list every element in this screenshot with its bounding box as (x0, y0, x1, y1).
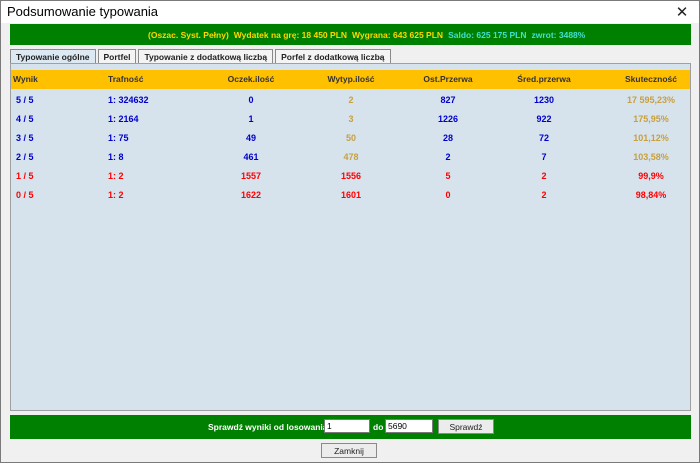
tab-0[interactable]: Typowanie ogólne (10, 49, 96, 63)
close-button[interactable]: Zamknij (321, 443, 377, 458)
table-row[interactable]: 5 / 5 1: 324632 0 2 827 1230 17 595,23% (11, 92, 690, 110)
from-draw-input[interactable] (324, 419, 370, 433)
table-row[interactable]: 4 / 5 1: 2164 1 3 1226 922 175,95% (11, 111, 690, 129)
table-cell: 49 (245, 133, 257, 143)
summary-item: Saldo: 625 175 PLN (448, 29, 527, 40)
table-row[interactable]: 3 / 5 1: 75 49 50 28 72 101,12% (11, 130, 690, 148)
summary-item: Wydatek na grę: 18 450 PLN (233, 29, 348, 40)
table-cell: 99,9% (638, 171, 664, 181)
table-cell: 2 / 5 (16, 152, 34, 162)
column-header: Wytyp.ilość (327, 74, 375, 84)
summary-item: Wygrana: 643 625 PLN (352, 29, 444, 40)
table-cell: 0 (445, 190, 451, 200)
table-cell: 1: 2 (108, 190, 124, 200)
column-header: Skuteczność (625, 74, 677, 84)
table-cell: 0 / 5 (16, 190, 34, 200)
table-cell: 1601 (340, 190, 362, 200)
column-header: Trafność (108, 74, 144, 84)
to-label: do (373, 422, 384, 432)
table-cell: 17 595,23% (626, 95, 676, 105)
table-header: Wynik Trafność Oczek.ilość Wytyp.ilość Ost.P… (11, 70, 690, 89)
table-row[interactable]: 0 / 5 1: 2 1622 1601 0 2 98,84% (11, 187, 690, 205)
check-label: Sprawdź wyniki od losowania: (208, 422, 331, 432)
table-cell: 922 (536, 114, 552, 124)
table-cell: 101,12% (633, 133, 669, 143)
table-cell: 461 (243, 152, 259, 162)
table-row[interactable]: 2 / 5 1: 8 461 478 2 7 103,58% (11, 149, 690, 167)
table-cell: 4 / 5 (16, 114, 34, 124)
table-cell: 1: 324632 (108, 95, 149, 105)
table-cell: 1556 (340, 171, 362, 181)
window-title: Podsumowanie typowania (7, 4, 159, 19)
table-cell: 5 (445, 171, 451, 181)
summary-bar: (Oszac. Syst. Pełny) Wydatek na grę: 18 4… (10, 24, 691, 45)
table-cell: 7 (541, 152, 547, 162)
table-cell: 1 (248, 114, 254, 124)
results-panel: Wynik Trafność Oczek.ilość Wytyp.ilość Ost.P… (10, 63, 691, 411)
table-cell: 3 (348, 114, 354, 124)
table-cell: 103,58% (633, 152, 669, 162)
table-cell: 175,95% (633, 114, 669, 124)
close-icon[interactable]: ✕ (665, 1, 699, 23)
table-cell: 1622 (240, 190, 262, 200)
title-bar: Podsumowanie typowania ✕ (1, 1, 699, 23)
tab-3[interactable]: Porfel z dodatkową liczbą (275, 49, 391, 63)
table-cell: 1 / 5 (16, 171, 34, 181)
table-cell: 478 (343, 152, 359, 162)
table-cell: 1557 (240, 171, 262, 181)
table-cell: 2 (348, 95, 354, 105)
to-draw-input[interactable] (385, 419, 433, 433)
tab-strip: Typowanie ogólne Portfel Typowanie z dodat… (10, 49, 393, 63)
dialog-window: Podsumowanie typowania ✕ (Oszac. Syst. P… (0, 0, 700, 463)
check-button[interactable]: Sprawdź (438, 419, 494, 434)
table-cell: 1: 2164 (108, 114, 139, 124)
table-row[interactable]: 1 / 5 1: 2 1557 1556 5 2 99,9% (11, 168, 690, 186)
table-cell: 98,84% (635, 190, 667, 200)
column-header: Śred.przerwa (517, 74, 571, 84)
column-header: Wynik (13, 74, 38, 84)
table-cell: 1: 8 (108, 152, 124, 162)
table-cell: 1230 (533, 95, 555, 105)
table-cell: 1: 2 (108, 171, 124, 181)
table-cell: 1226 (437, 114, 459, 124)
column-header: Oczek.ilość (227, 74, 275, 84)
table-cell: 5 / 5 (16, 95, 34, 105)
tab-2[interactable]: Typowanie z dodatkową liczbą (138, 49, 274, 63)
table-cell: 827 (440, 95, 456, 105)
summary-item: (Oszac. Syst. Pełny) (148, 29, 229, 40)
table-cell: 3 / 5 (16, 133, 34, 143)
table-cell: 72 (538, 133, 550, 143)
table-cell: 2 (541, 190, 547, 200)
table-cell: 28 (442, 133, 454, 143)
table-cell: 50 (345, 133, 357, 143)
table-cell: 1: 75 (108, 133, 129, 143)
table-cell: 0 (248, 95, 254, 105)
check-bar: Sprawdź wyniki od losowania: do Sprawdź (10, 415, 691, 439)
table-cell: 2 (445, 152, 451, 162)
column-header: Ost.Przerwa (423, 74, 473, 84)
table-cell: 2 (541, 171, 547, 181)
summary-item: zwrot: 3488% (531, 29, 586, 40)
tab-1[interactable]: Portfel (97, 49, 137, 63)
